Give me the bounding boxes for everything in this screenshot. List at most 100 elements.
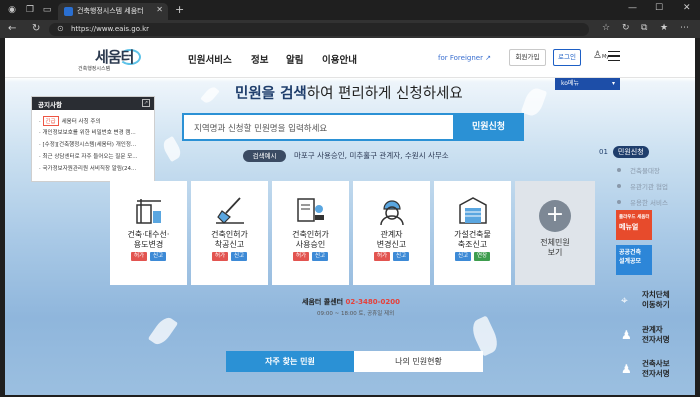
card-title-line1: 가설건축물	[454, 230, 491, 239]
permit-tag[interactable]: 허가	[212, 252, 228, 261]
for-foreigner-link[interactable]: for Foreigner ↗	[438, 54, 491, 62]
notice-item[interactable]: · [수정][건축행정시스템(세움터) 개인정...	[39, 140, 151, 148]
petal-decoration	[147, 314, 179, 348]
service-card-construction-start[interactable]: 건축인허가 착공신고 허가 신고	[191, 181, 268, 285]
architect-e-sign-link[interactable]: ♟ 건축사보 전자서명	[617, 355, 692, 385]
hamburger-menu-icon[interactable]	[608, 51, 620, 61]
search-example-tag: 검색예시	[243, 150, 286, 162]
my-page-icon[interactable]: ♙My	[593, 50, 609, 61]
notice-item-text: 세움터 사칭 주의	[61, 119, 101, 125]
more-icon[interactable]: ⋯	[680, 23, 689, 33]
menu-info[interactable]: 정보	[251, 52, 268, 66]
hero-headline: 민원을 검색하여 편리하게 신청하세요	[235, 82, 463, 103]
view-all-services-card[interactable]: + 전체민원 보기	[515, 181, 595, 285]
notice-item[interactable]: · 최근 상담센터로 자주 들어오는 질문 모...	[39, 152, 151, 160]
petal-decoration	[520, 85, 548, 119]
service-card-party-change[interactable]: 관계자 변경신고 허가 신고	[353, 181, 430, 285]
petal-decoration	[160, 135, 184, 163]
browser-tab-active[interactable]: 건축행정시스템 세움터 ✕	[58, 3, 168, 20]
refresh-page-icon[interactable]: ↻	[622, 23, 630, 33]
banner-line2: 설계공모	[619, 258, 642, 265]
quicknav-item[interactable]: 건축물대장	[630, 165, 660, 175]
call-center: 세움터 콜센터 02-3480-0200	[302, 297, 400, 307]
headline-rest: 하여 편리하게 신청하세요	[306, 86, 463, 102]
tab-title: 건축행정시스템 세움터	[77, 7, 144, 15]
quicknav-dot	[617, 168, 621, 172]
address-bar[interactable]: ⊙ https://www.eais.go.kr	[49, 23, 589, 36]
site-favicon-icon	[64, 7, 73, 16]
permit-tag[interactable]: 허가	[131, 252, 147, 261]
apply-civil-button[interactable]: 민원신청	[453, 113, 524, 141]
profile-icon[interactable]: ◉	[6, 4, 18, 16]
tab-my-applications[interactable]: 나의 민원현황	[354, 351, 483, 372]
report-tag[interactable]: 신고	[455, 252, 471, 261]
cloud-manual-banner[interactable]: 플라우드 세움터 메뉴얼	[616, 210, 652, 240]
quicknav-dot	[617, 184, 621, 188]
signup-button[interactable]: 회원가입	[509, 49, 546, 66]
party-e-sign-link[interactable]: ♟ 관계자 전자서명	[617, 321, 692, 351]
menu-notice[interactable]: 알림	[286, 52, 303, 66]
permit-tag[interactable]: 허가	[374, 252, 390, 261]
service-card-temporary-building[interactable]: 가설건축물 축조신고 신고 연장	[434, 181, 511, 285]
notice-more-icon[interactable]: ↗	[142, 99, 150, 107]
close-window-button[interactable]: ✕	[683, 3, 691, 13]
extension-tag[interactable]: 연장	[474, 252, 490, 261]
report-tag[interactable]: 신고	[150, 252, 166, 261]
side-link-line2: 전자서명	[642, 369, 670, 378]
side-link-line1: 관계자	[642, 325, 663, 334]
service-card-use-approval[interactable]: 건축인허가 사용승인 허가 신고	[272, 181, 349, 285]
local-government-link[interactable]: ⌖ 자치단체 이동하기	[617, 286, 692, 316]
extensions-icon[interactable]: ⧉	[641, 23, 647, 33]
call-center-hours: 09:00 ~ 18:00 토, 공휴일 제외	[317, 311, 395, 317]
service-card-building-permit[interactable]: 건축·대수선· 용도변경 허가 신고	[110, 181, 187, 285]
browser-tabbar: ◉ ❐ ▭ 건축행정시스템 세움터 ✕ + — ☐ ✕	[0, 0, 700, 20]
quicknav-number: 01	[599, 148, 608, 156]
person-icon: ♟	[621, 328, 632, 342]
maximize-button[interactable]: ☐	[655, 3, 663, 13]
map-pin-icon: ⌖	[621, 293, 628, 307]
notice-title: 공지사항	[38, 101, 62, 109]
call-center-label: 세움터 콜센터	[302, 298, 344, 306]
page-content: 세움터 건축행정시스템 민원서비스 정보 알림 이용안내 for Foreign…	[5, 38, 695, 395]
notice-panel: 공지사항 ↗ · 긴급 세움터 사칭 주의 · 개인정보보호를 위한 비밀번호 변…	[31, 96, 155, 182]
card-title-line1: 건축·대수선·	[127, 230, 170, 239]
close-tab-icon[interactable]: ✕	[156, 5, 163, 14]
quicknav-item[interactable]: 유용한 서비스	[630, 197, 668, 207]
card-title-line1: 전체민원	[540, 238, 570, 247]
notice-item[interactable]: · 국가정보자원관리원 서비직장 알림(24...	[39, 164, 151, 172]
quicknav-active[interactable]: 01 민원신청	[599, 146, 649, 158]
side-link-line2: 전자서명	[642, 335, 670, 344]
card-title-line2: 축조신고	[457, 240, 488, 249]
permit-tag[interactable]: 허가	[293, 252, 309, 261]
favorites-bar-icon[interactable]: ★	[660, 23, 668, 33]
report-tag[interactable]: 신고	[393, 252, 409, 261]
quicknav-dot	[617, 200, 621, 204]
petal-decoration	[200, 84, 220, 106]
menu-guide[interactable]: 이용안내	[322, 52, 357, 66]
refresh-icon[interactable]: ↻	[32, 23, 40, 34]
login-button[interactable]: 로그인	[553, 49, 581, 66]
card-title-line2: 보기	[547, 248, 563, 257]
tab-actions-icon[interactable]: ▭	[41, 4, 53, 16]
notice-item[interactable]: · 긴급 세움터 사칭 주의	[39, 116, 151, 126]
public-design-contest-banner[interactable]: 공공건축 설계공모	[616, 245, 652, 275]
new-tab-button[interactable]: +	[175, 3, 184, 16]
logo-subtitle: 건축행정시스템	[78, 66, 111, 72]
tab-frequent-services[interactable]: 자주 찾는 민원	[226, 351, 354, 372]
back-icon[interactable]: ←	[8, 23, 16, 34]
side-link-label: 자치단체 이동하기	[642, 290, 670, 310]
language-select[interactable]: ko메뉴	[555, 78, 620, 90]
report-tag[interactable]: 신고	[231, 252, 247, 261]
card-title-line2: 사용승인	[295, 240, 326, 249]
workspaces-icon[interactable]: ❐	[24, 4, 36, 16]
menu-civil-service[interactable]: 민원서비스	[188, 52, 232, 66]
notice-item[interactable]: · 개인정보보호를 위한 비밀번호 변경 캠...	[39, 128, 151, 136]
report-tag[interactable]: 신고	[312, 252, 328, 261]
banner-line2: 메뉴얼	[619, 223, 639, 231]
search-example-text[interactable]: 마포구 사용승인, 미추홀구 관계자, 수원시 사무소	[294, 150, 449, 161]
favorite-icon[interactable]: ☆	[602, 23, 610, 33]
minimize-button[interactable]: —	[628, 3, 637, 13]
card-title-line2: 변경신고	[376, 240, 407, 249]
seumteo-logo[interactable]: 세움터 건축행정시스템	[75, 46, 155, 74]
quicknav-item[interactable]: 유관기관 협업	[630, 181, 668, 191]
